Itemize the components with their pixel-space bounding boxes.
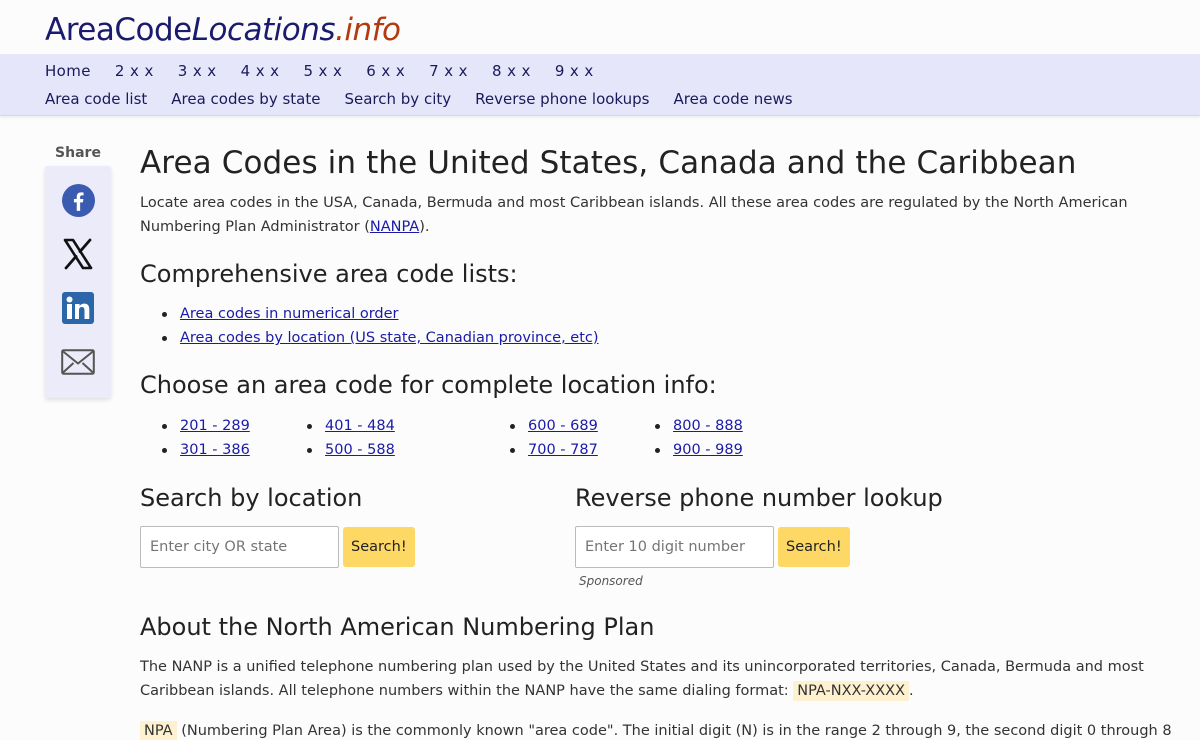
nav-reverse-phone-lookups[interactable]: Reverse phone lookups [475,89,649,109]
linkedin-icon[interactable] [61,291,95,325]
npa-code: NPA [140,721,177,740]
nav-area-codes-by-state[interactable]: Area codes by state [171,89,320,109]
dialing-format-code: NPA-NXX-XXXX [793,681,909,701]
intro-paragraph: Locate area codes in the USA, Canada, Be… [140,191,1140,239]
reverse-lookup-heading: Reverse phone number lookup [575,484,943,512]
phone-number-input[interactable] [575,526,774,568]
nanpa-link[interactable]: NANPA [370,219,419,235]
range-column-2: 401 - 484 500 - 588 [285,414,395,462]
lists-heading: Comprehensive area code lists: [140,260,518,288]
list-item: Area codes in numerical order [140,302,599,326]
nav-row-sections: Area code list Area codes by state Searc… [45,89,817,109]
list-item: 500 - 588 [285,438,395,462]
list-item: 301 - 386 [140,438,250,462]
intro-text-end: ). [419,219,430,235]
site-logo[interactable]: AreaCodeLocations.info [45,10,401,50]
logo-part-locations: Locations [191,12,336,48]
list-item: 900 - 989 [633,438,743,462]
nav-row-prefixes: Home 2 x x 3 x x 4 x x 5 x x 6 x x 7 x x… [45,61,618,81]
share-sidebar [45,166,111,398]
numerical-order-link[interactable]: Area codes in numerical order [180,306,399,322]
logo-part-info: .info [335,12,401,48]
page-title: Area Codes in the United States, Canada … [140,145,1077,181]
range-column-1: 201 - 289 301 - 386 [140,414,250,462]
list-item: 600 - 689 [488,414,598,438]
nav-home[interactable]: Home [45,61,91,81]
nav-8xx[interactable]: 8 x x [492,61,531,81]
range-link-201-289[interactable]: 201 - 289 [180,418,250,434]
facebook-icon[interactable] [61,183,95,217]
location-search-input[interactable] [140,526,339,568]
range-link-301-386[interactable]: 301 - 386 [180,442,250,458]
x-icon[interactable] [61,237,95,271]
logo-part-areacode: AreaCode [45,12,192,48]
nav-2xx[interactable]: 2 x x [115,61,154,81]
reverse-lookup-button[interactable]: Search! [778,527,850,567]
nav-search-by-city[interactable]: Search by city [344,89,451,109]
range-link-500-588[interactable]: 500 - 588 [325,442,395,458]
search-location-heading: Search by location [140,484,363,512]
list-item: Area codes by location (US state, Canadi… [140,326,599,350]
list-item: 800 - 888 [633,414,743,438]
lists-list: Area codes in numerical order Area codes… [140,302,599,350]
list-item: 401 - 484 [285,414,395,438]
about-text-2: (Numbering Plan Area) is the commonly kn… [181,723,1172,739]
location-search-button[interactable]: Search! [343,527,415,567]
nav-4xx[interactable]: 4 x x [241,61,280,81]
range-link-800-888[interactable]: 800 - 888 [673,418,743,434]
about-paragraph-1: The NANP is a unified telephone numberin… [140,655,1150,703]
about-text-1: The NANP is a unified telephone numberin… [140,659,1144,699]
choose-heading: Choose an area code for complete locatio… [140,371,717,399]
list-item: 700 - 787 [488,438,598,462]
intro-text: Locate area codes in the USA, Canada, Be… [140,195,1128,235]
email-icon[interactable] [61,345,95,379]
nav-6xx[interactable]: 6 x x [366,61,405,81]
range-link-401-484[interactable]: 401 - 484 [325,418,395,434]
nav-area-code-list[interactable]: Area code list [45,89,147,109]
nav-area-code-news[interactable]: Area code news [674,89,793,109]
share-label: Share [55,145,101,161]
range-link-600-689[interactable]: 600 - 689 [528,418,598,434]
navbar: Home 2 x x 3 x x 4 x x 5 x x 6 x x 7 x x… [0,54,1200,116]
nav-9xx[interactable]: 9 x x [555,61,594,81]
by-location-link[interactable]: Area codes by location (US state, Canadi… [180,330,599,346]
nav-3xx[interactable]: 3 x x [178,61,217,81]
sponsored-label: Sponsored [579,574,643,588]
nav-5xx[interactable]: 5 x x [303,61,342,81]
about-paragraph-2: NPA (Numbering Plan Area) is the commonl… [140,719,1200,740]
range-link-700-787[interactable]: 700 - 787 [528,442,598,458]
nav-7xx[interactable]: 7 x x [429,61,468,81]
range-link-900-989[interactable]: 900 - 989 [673,442,743,458]
about-text-1-end: . [909,683,914,699]
range-column-3: 600 - 689 700 - 787 [488,414,598,462]
range-column-4: 800 - 888 900 - 989 [633,414,743,462]
about-heading: About the North American Numbering Plan [140,613,655,641]
list-item: 201 - 289 [140,414,250,438]
